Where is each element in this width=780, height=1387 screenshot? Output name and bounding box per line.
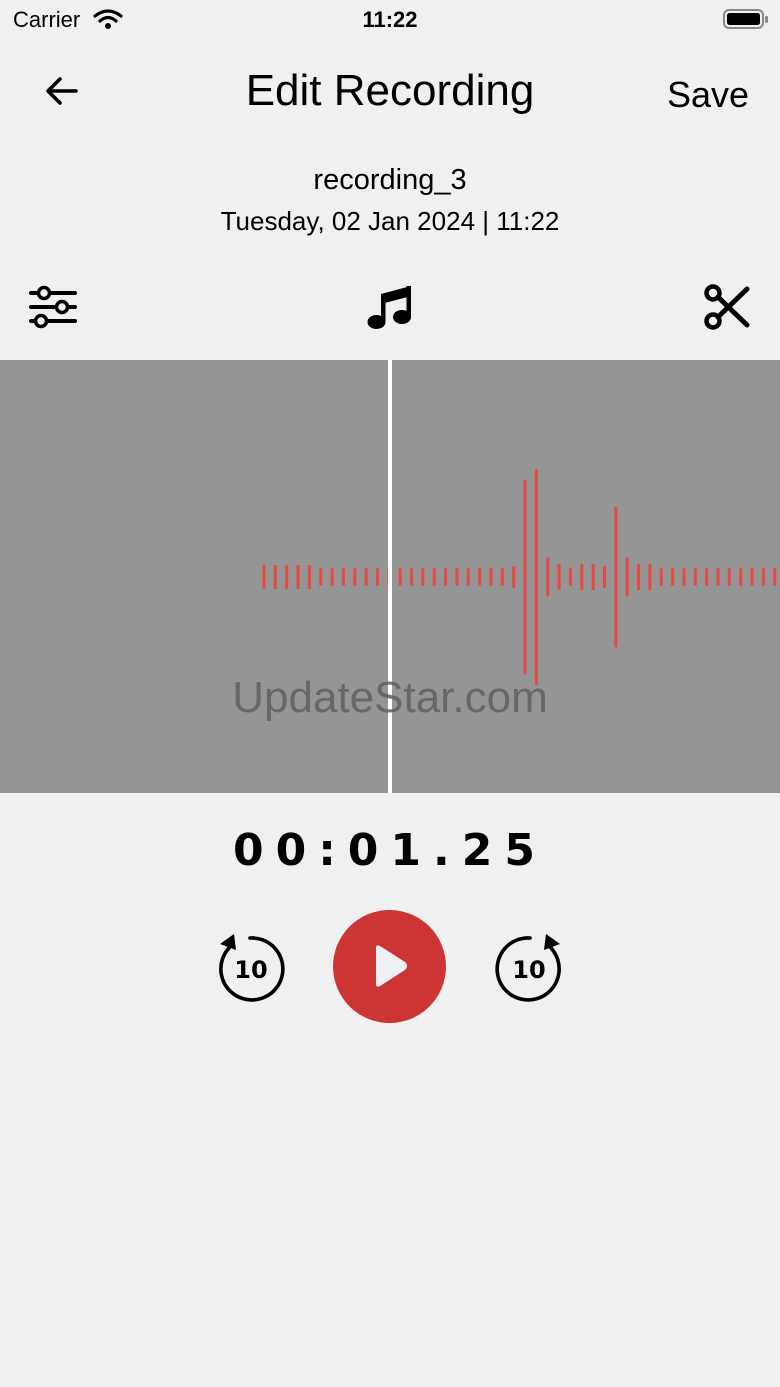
sliders-icon — [29, 285, 77, 329]
watermark: UpdateStar.com — [232, 673, 548, 722]
recording-name: recording_3 — [313, 164, 467, 196]
music-note-icon — [367, 286, 411, 329]
status-time: 11:22 — [362, 7, 418, 32]
battery-full-icon — [723, 9, 768, 29]
page-title: Edit Recording — [245, 66, 535, 115]
rewind-10-button[interactable]: 10 — [214, 930, 286, 1006]
playhead[interactable] — [388, 360, 392, 793]
playback-timer: 00:01.25 — [232, 825, 547, 876]
play-button[interactable] — [333, 910, 446, 1023]
music-button[interactable] — [364, 282, 416, 332]
waveform-panel[interactable]: UpdateStar.com — [0, 360, 780, 793]
recording-date: Tuesday, 02 Jan 2024 | 11:22 — [220, 206, 560, 236]
forward-10-icon: 10 — [495, 934, 561, 1002]
trim-button[interactable] — [703, 283, 751, 331]
scissors-icon — [704, 284, 750, 330]
filters-button[interactable] — [28, 284, 78, 330]
rewind-10-icon: 10 — [219, 934, 285, 1002]
play-icon — [376, 945, 407, 987]
save-button[interactable]: Save — [667, 72, 749, 118]
forward-10-button[interactable]: 10 — [494, 930, 566, 1006]
forward-label: 10 — [512, 956, 545, 984]
rewind-label: 10 — [234, 956, 267, 984]
